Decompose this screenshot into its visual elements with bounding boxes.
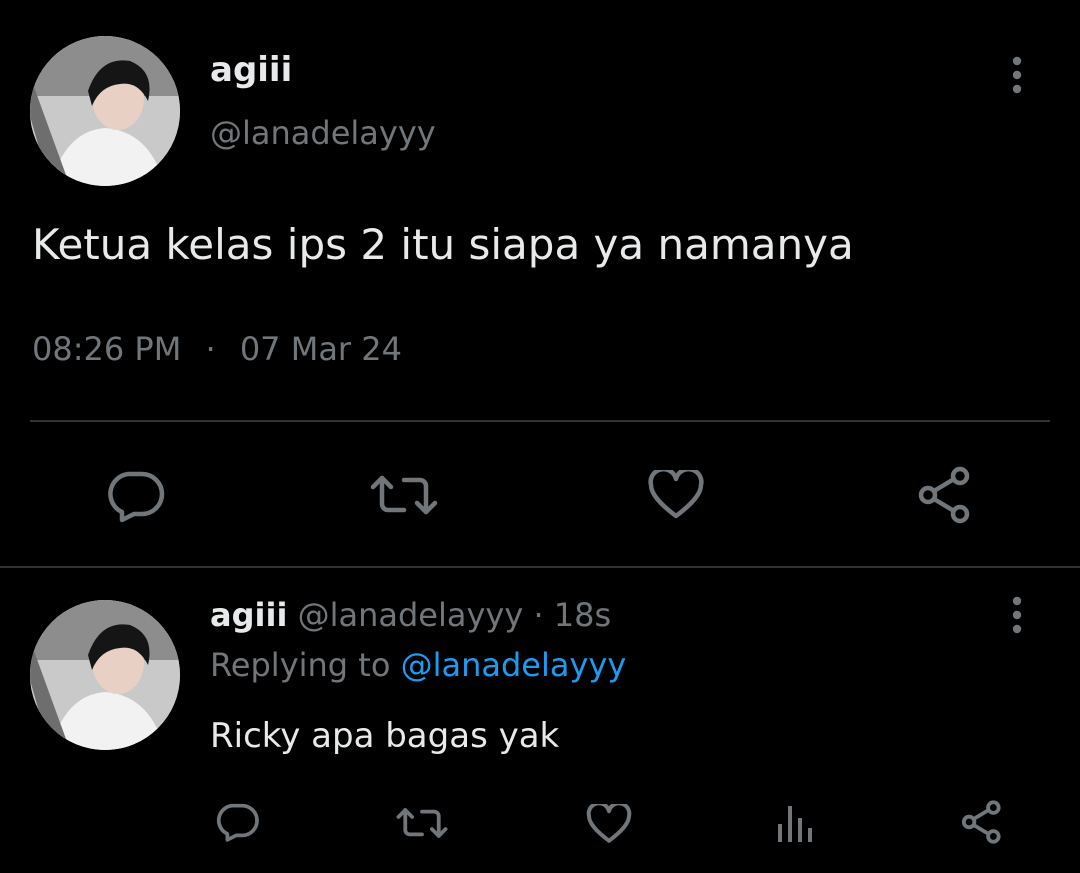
display-name[interactable]: agiii xyxy=(210,596,287,634)
tweet-text: Ketua kelas ips 2 itu siapa ya namanya xyxy=(32,220,854,269)
separator-dot: · xyxy=(205,330,216,368)
replying-to-link[interactable]: @lanadelayyy xyxy=(401,646,627,684)
like-icon[interactable] xyxy=(648,470,704,520)
separator-dot: · xyxy=(533,596,544,634)
tweet-time: 08:26 PM xyxy=(32,330,182,368)
share-icon[interactable] xyxy=(916,466,974,524)
handle[interactable]: @lanadelayyy xyxy=(210,114,436,152)
tweet-date: 07 Mar 24 xyxy=(239,330,402,368)
tweet-timestamp: 08:26 PM · 07 Mar 24 xyxy=(32,330,402,368)
reply-header: agiii @lanadelayyy · 18s xyxy=(210,596,611,634)
reply-icon[interactable] xyxy=(104,468,166,524)
share-icon[interactable] xyxy=(960,800,1004,844)
replying-prefix: Replying to xyxy=(210,646,391,684)
tweet-text: Ricky apa bagas yak xyxy=(210,716,560,756)
tweet-age: 18s xyxy=(553,596,612,634)
divider xyxy=(30,420,1050,422)
more-options-icon[interactable] xyxy=(1004,56,1030,94)
views-icon[interactable] xyxy=(776,804,814,842)
replying-to: Replying to @lanadelayyy xyxy=(210,646,626,684)
handle[interactable]: @lanadelayyy xyxy=(298,596,524,634)
display-name[interactable]: agiii xyxy=(210,50,292,90)
avatar[interactable] xyxy=(30,600,180,750)
more-options-icon[interactable] xyxy=(1004,596,1030,634)
avatar[interactable] xyxy=(30,36,180,186)
retweet-icon[interactable] xyxy=(396,804,448,842)
divider xyxy=(0,566,1080,568)
retweet-icon[interactable] xyxy=(370,470,438,520)
like-icon[interactable] xyxy=(586,804,632,844)
reply-icon[interactable] xyxy=(214,800,260,844)
